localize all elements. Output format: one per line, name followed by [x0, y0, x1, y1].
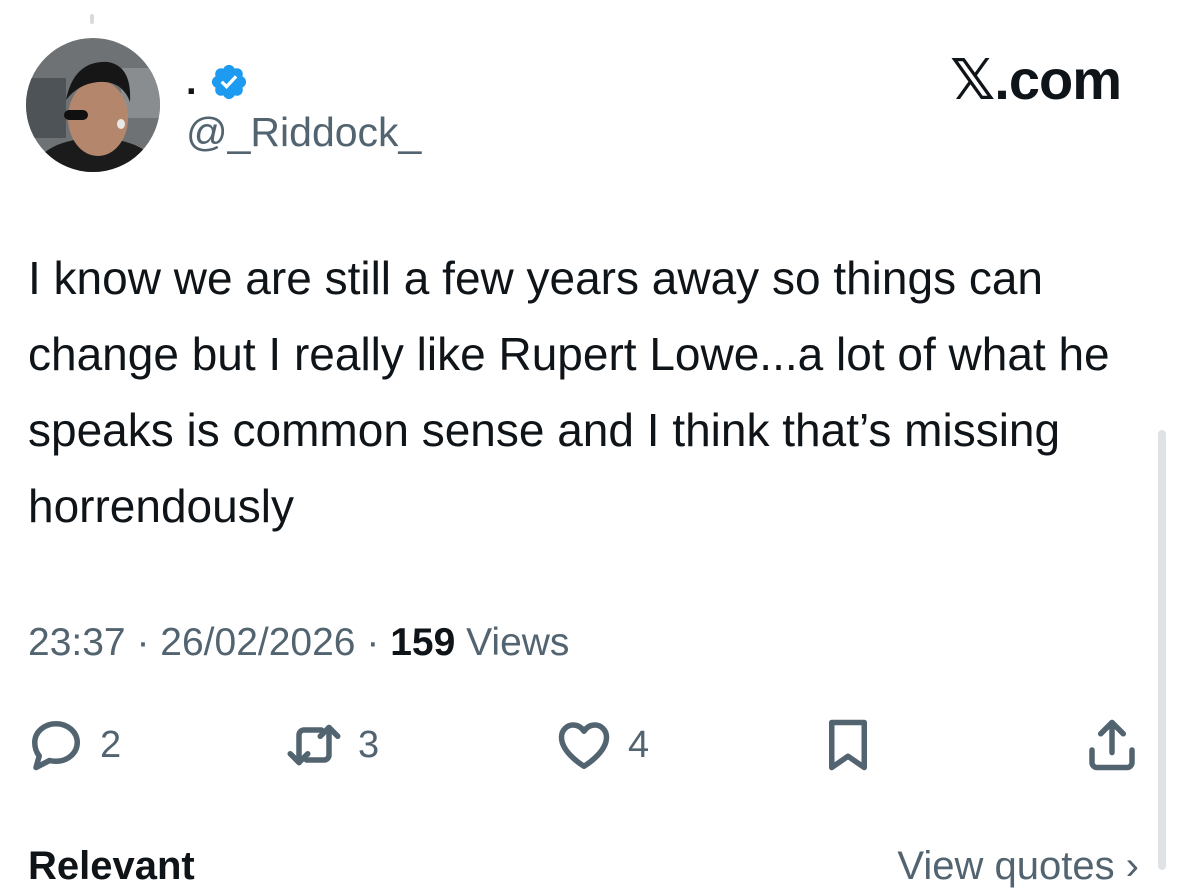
author-display-name[interactable]: .: [186, 62, 197, 102]
tweet-time[interactable]: 23:37: [28, 621, 126, 664]
reply-sort-row: Relevant View quotes ›: [0, 840, 1179, 888]
meta-separator: ·: [366, 621, 380, 664]
sheet-grip: [90, 14, 94, 24]
repost-count: 3: [358, 724, 380, 766]
like-count: 4: [628, 724, 650, 766]
tweet-meta: 23:37 · 26/02/2026 · 159 Views: [28, 618, 569, 668]
author-display-name-row[interactable]: .: [186, 62, 249, 102]
like-icon: [558, 722, 610, 769]
repost-button[interactable]: 3: [284, 712, 379, 778]
relevant-sort-button[interactable]: Relevant: [28, 844, 195, 889]
reply-count: 2: [100, 724, 122, 766]
author-handle[interactable]: @_Riddock_: [186, 108, 421, 156]
verified-badge-icon: [211, 64, 246, 100]
share-button[interactable]: [1082, 712, 1142, 778]
bookmark-icon: [829, 719, 867, 771]
scrollbar[interactable]: [1158, 430, 1166, 870]
tweet-date[interactable]: 26/02/2026: [160, 621, 355, 664]
bookmark-button[interactable]: [818, 712, 878, 778]
meta-separator: ·: [136, 621, 150, 664]
tweet-text: I know we are still a few years away so …: [28, 252, 1110, 532]
avatar[interactable]: [26, 38, 160, 172]
views-count[interactable]: 159: [390, 621, 455, 664]
reply-button[interactable]: 2: [26, 712, 121, 778]
site-logo: 𝕏.com: [950, 48, 1122, 111]
view-quotes-link[interactable]: View quotes ›: [897, 844, 1139, 889]
reply-icon: [32, 721, 80, 771]
share-icon: [1089, 719, 1135, 771]
like-button[interactable]: 4: [554, 712, 649, 778]
avatar-image: [26, 38, 160, 172]
repost-icon: [287, 724, 341, 766]
views-label: Views: [466, 621, 570, 664]
